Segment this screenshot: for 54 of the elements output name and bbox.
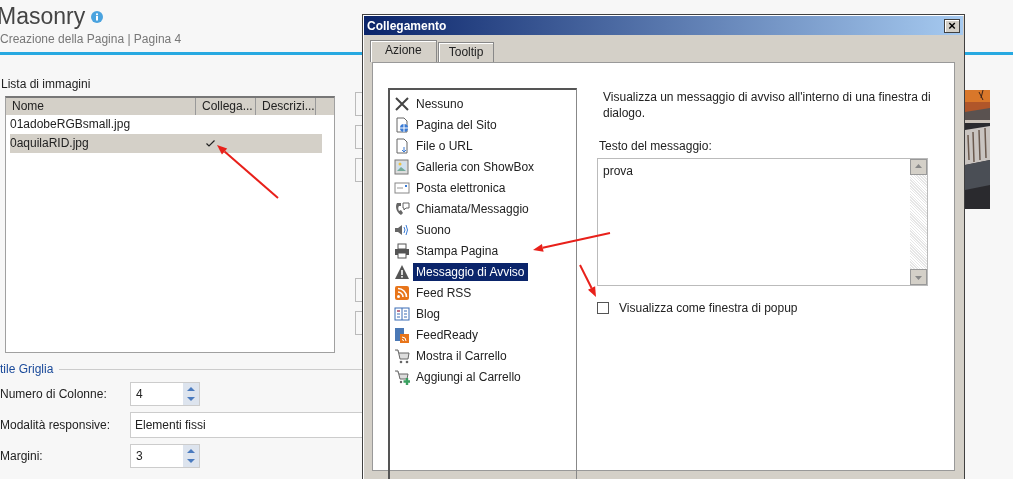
action-item[interactable]: Chiamata/Messaggio xyxy=(390,198,576,219)
action-item[interactable]: Posta elettronica xyxy=(390,177,576,198)
column-header[interactable]: Nome xyxy=(6,98,196,115)
annotation-arrow xyxy=(579,264,596,297)
message-label: Testo del messaggio: xyxy=(599,138,713,155)
action-icon xyxy=(394,263,410,280)
page-subtitle: Creazione della Pagina | Pagina 4 xyxy=(0,31,183,48)
action-item[interactable]: Aggiungi al Carrello xyxy=(390,366,576,387)
number-spinner[interactable]: 3 xyxy=(130,443,200,468)
close-button[interactable]: × xyxy=(944,18,960,33)
action-item[interactable]: FeedReady xyxy=(390,324,576,345)
action-icon xyxy=(394,242,410,259)
action-icon xyxy=(394,284,410,301)
action-item[interactable]: Nessuno xyxy=(390,93,576,114)
number-spinner[interactable]: 4 xyxy=(130,381,200,406)
action-icon xyxy=(394,158,410,175)
table-cell-text: 01adobeRGBsmall.jpg xyxy=(10,116,132,133)
action-item[interactable]: Feed RSS xyxy=(390,282,576,303)
action-item[interactable]: Pagina del Sito xyxy=(390,114,576,135)
tab[interactable]: Azione xyxy=(370,40,437,62)
action-item[interactable]: Galleria con ShowBox xyxy=(390,156,576,177)
list-label: Lista di immagini xyxy=(0,76,92,93)
spinner-arrows-icon[interactable] xyxy=(183,444,199,467)
section-title: tile Griglia xyxy=(0,361,54,378)
column-header[interactable]: Descrizi... xyxy=(256,98,316,115)
field-label: Margini: xyxy=(0,447,44,465)
table-cell-text: 0aquilaRID.jpg xyxy=(10,135,90,152)
action-icon xyxy=(394,116,410,133)
column-header[interactable]: Collega... xyxy=(196,98,256,115)
info-icon xyxy=(91,10,104,23)
action-item[interactable]: File o URL xyxy=(390,135,576,156)
annotation-arrow xyxy=(217,145,279,199)
action-item[interactable]: Mostra il Carrello xyxy=(390,345,576,366)
table-row[interactable]: 01adobeRGBsmall.jpg xyxy=(10,115,322,134)
table-row[interactable]: 0aquilaRID.jpg xyxy=(10,134,322,153)
dialog-title: Collegamento xyxy=(367,17,447,35)
spinner-arrows-icon[interactable] xyxy=(183,382,199,405)
checkbox[interactable] xyxy=(597,302,609,314)
action-item[interactable]: Stampa Pagina xyxy=(390,240,576,261)
action-icon xyxy=(394,326,410,343)
description-text: Visualizza un messaggio di avviso all'interno di una finestra di dialogo. xyxy=(603,89,932,121)
action-icon xyxy=(394,305,410,322)
field-label: Modalità responsive: xyxy=(0,416,112,434)
action-icon xyxy=(394,200,410,217)
checkbox-label: Visualizza come finestra di popup xyxy=(619,300,798,317)
action-item[interactable]: Suono xyxy=(390,219,576,240)
action-icon xyxy=(394,368,410,385)
action-icon xyxy=(394,347,410,364)
action-icon xyxy=(394,179,410,196)
tab[interactable]: Tooltip xyxy=(437,42,495,62)
action-icon xyxy=(394,137,410,154)
action-item[interactable]: Blog xyxy=(390,303,576,324)
field-label: Numero di Colonne: xyxy=(0,385,108,403)
action-icon xyxy=(394,95,410,112)
